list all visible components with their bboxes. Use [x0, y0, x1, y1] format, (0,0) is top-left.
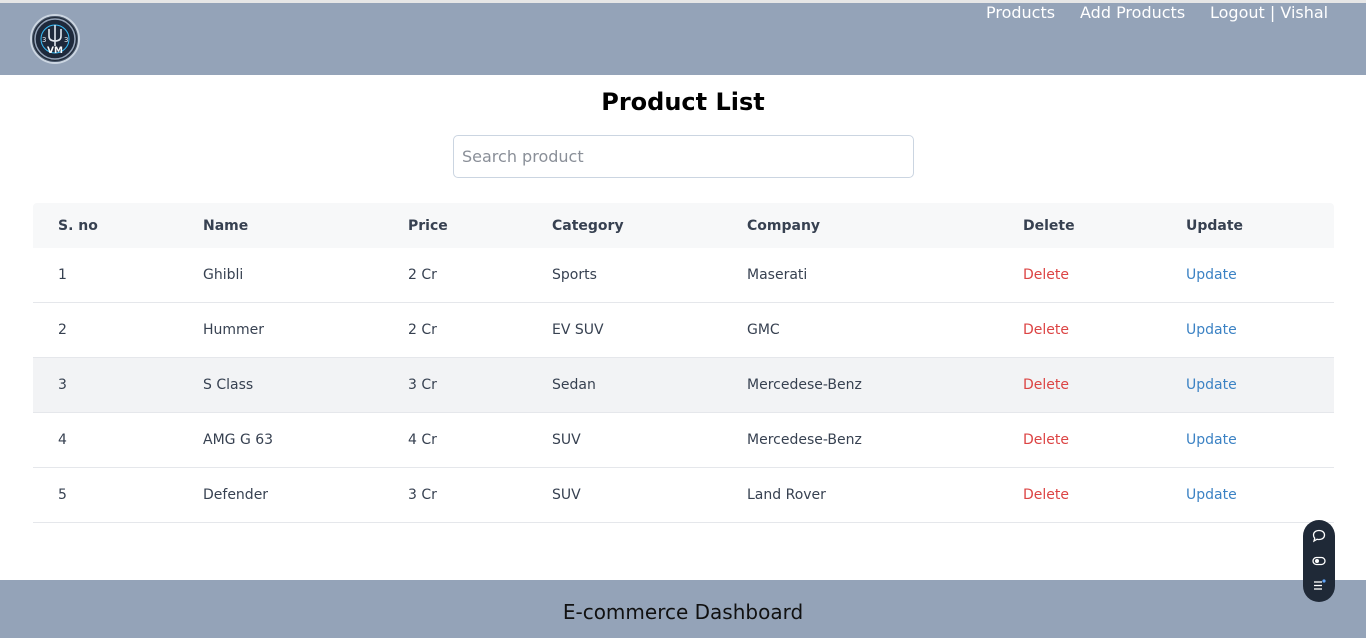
cell-name: AMG G 63	[203, 432, 274, 448]
nav-link-products[interactable]: Products	[986, 3, 1055, 22]
cell-price: 2 Cr	[408, 322, 437, 338]
footer-text: E-commerce Dashboard	[562, 600, 804, 624]
floating-widget	[1303, 520, 1335, 602]
nav-link-logout[interactable]: Logout | Vishal	[1210, 3, 1328, 22]
cell-category: SUV	[552, 487, 581, 503]
update-link[interactable]: Update	[1186, 432, 1237, 448]
cell-price: 2 Cr	[408, 267, 437, 283]
table-row: 5 Defender 3 Cr SUV Land Rover Delete Up…	[33, 468, 1334, 523]
cell-category: SUV	[552, 432, 581, 448]
svg-text:3: 3	[64, 36, 68, 44]
toggle-icon[interactable]	[1312, 554, 1326, 568]
header-price: Price	[408, 218, 448, 234]
nav-link-add-products[interactable]: Add Products	[1080, 3, 1185, 22]
search-input[interactable]	[453, 135, 914, 178]
navbar: VM 3 3 Products Add Products Logout | Vi…	[0, 3, 1366, 75]
update-link[interactable]: Update	[1186, 322, 1237, 338]
page: VM 3 3 Products Add Products Logout | Vi…	[0, 0, 1366, 638]
cell-name: S Class	[203, 377, 254, 393]
delete-button[interactable]: Delete	[1023, 377, 1069, 393]
table-row-hovered: 3 S Class 3 Cr Sedan Mercedese-Benz Dele…	[33, 358, 1334, 413]
cell-price: 3 Cr	[408, 377, 437, 393]
delete-button[interactable]: Delete	[1023, 432, 1069, 448]
table-row: 4 AMG G 63 4 Cr SUV Mercedese-Benz Delet…	[33, 413, 1334, 468]
cell-company: Mercedese-Benz	[747, 432, 862, 448]
header-update: Update	[1186, 218, 1244, 234]
cell-company: Land Rover	[747, 487, 826, 503]
table-header: S. no Name Price Category Company Delete…	[33, 203, 1334, 248]
list-icon[interactable]	[1312, 578, 1326, 592]
cell-sno: 3	[58, 377, 67, 393]
cell-sno: 2	[58, 322, 67, 338]
cell-category: Sports	[552, 267, 597, 283]
cell-company: Maserati	[747, 267, 808, 283]
cell-name: Defender	[203, 487, 269, 503]
update-link[interactable]: Update	[1186, 487, 1237, 503]
logo-icon[interactable]: VM 3 3	[30, 14, 80, 64]
footer: E-commerce Dashboard	[0, 580, 1366, 638]
page-title: Product List	[601, 88, 765, 116]
cell-company: Mercedese-Benz	[747, 377, 862, 393]
delete-button[interactable]: Delete	[1023, 322, 1069, 338]
delete-button[interactable]: Delete	[1023, 267, 1069, 283]
cell-category: Sedan	[552, 377, 596, 393]
product-table: S. no Name Price Category Company Delete…	[33, 203, 1334, 523]
delete-button[interactable]: Delete	[1023, 487, 1069, 503]
cell-sno: 5	[58, 487, 67, 503]
cell-price: 3 Cr	[408, 487, 437, 503]
header-company: Company	[747, 218, 821, 234]
cell-sno: 4	[58, 432, 67, 448]
cell-name: Hummer	[203, 322, 265, 338]
main-content: Product List S. no Name Price Category C…	[0, 75, 1366, 580]
cell-company: GMC	[747, 322, 780, 338]
cell-price: 4 Cr	[408, 432, 437, 448]
header-name: Name	[203, 218, 249, 234]
cell-category: EV SUV	[552, 322, 604, 338]
header-sno: S. no	[58, 218, 98, 234]
chat-bubble-icon[interactable]	[1312, 529, 1326, 543]
cell-name: Ghibli	[203, 267, 244, 283]
header-category: Category	[552, 218, 624, 234]
update-link[interactable]: Update	[1186, 267, 1237, 283]
table-row: 2 Hummer 2 Cr EV SUV GMC Delete Update	[33, 303, 1334, 358]
cell-sno: 1	[58, 267, 67, 283]
svg-text:3: 3	[42, 36, 46, 44]
table-row: 1 Ghibli 2 Cr Sports Maserati Delete Upd…	[33, 248, 1334, 303]
update-link[interactable]: Update	[1186, 377, 1237, 393]
svg-text:VM: VM	[47, 46, 63, 56]
header-delete: Delete	[1023, 218, 1075, 234]
